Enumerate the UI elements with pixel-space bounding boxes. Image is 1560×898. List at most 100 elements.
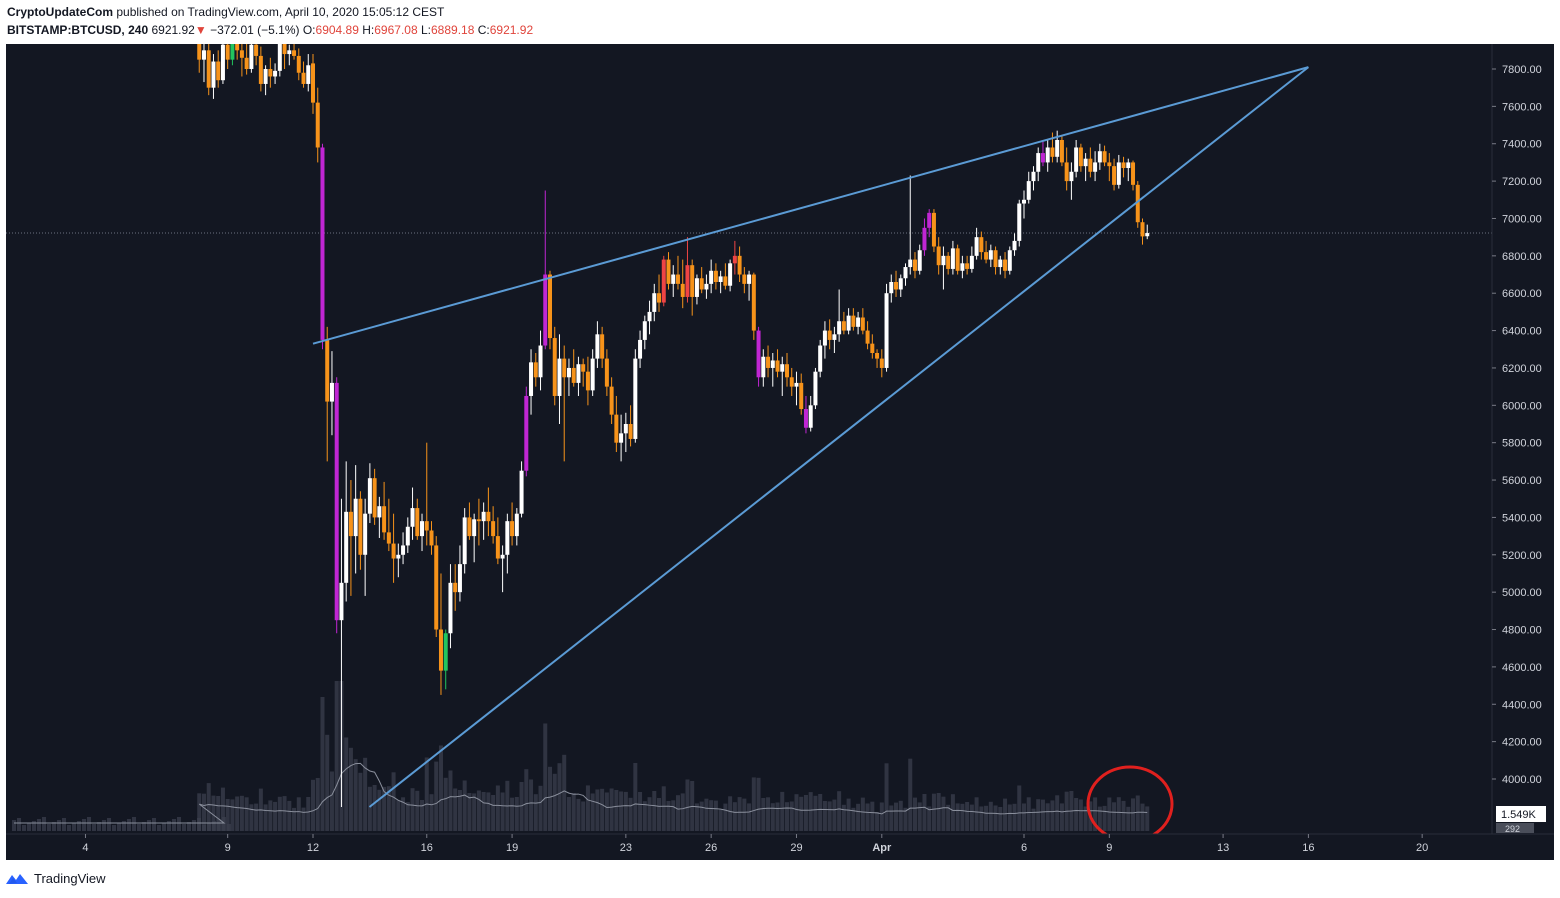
candle-body xyxy=(495,536,500,559)
candle-body xyxy=(429,530,434,546)
candle-body xyxy=(557,358,562,396)
candle-body xyxy=(931,212,936,247)
volume-bar xyxy=(694,803,699,831)
candle-body xyxy=(552,338,557,396)
volume-bar xyxy=(415,790,420,831)
candle-body xyxy=(946,255,951,269)
volume-bar xyxy=(132,817,136,831)
time-tick-label: 26 xyxy=(705,842,717,854)
candle-body xyxy=(936,246,941,266)
candle-body xyxy=(1045,147,1050,163)
candle-body xyxy=(737,255,742,275)
volume-bar xyxy=(969,804,974,831)
candle-body xyxy=(903,267,908,279)
volume-bar xyxy=(941,796,946,831)
volume-bar xyxy=(652,791,657,831)
price-tick-label: 7000.00 xyxy=(1502,213,1542,225)
candle-body xyxy=(950,248,955,269)
candle-body xyxy=(486,511,491,522)
volume-bar xyxy=(922,794,927,831)
candle-body xyxy=(761,356,766,378)
volume-bar xyxy=(1026,797,1031,831)
volume-bar xyxy=(718,809,723,831)
volume-bar xyxy=(329,771,334,831)
time-tick-label: 29 xyxy=(790,842,802,854)
candle-body xyxy=(642,321,647,340)
volume-bar xyxy=(799,796,804,831)
volume-bar xyxy=(82,819,86,831)
price-tick-label: 6000.00 xyxy=(1502,400,1542,412)
high-value: 6967.08 xyxy=(374,23,418,37)
candle-body xyxy=(865,330,870,344)
candle-body xyxy=(770,360,775,368)
candle-body xyxy=(329,382,334,402)
time-tick-label: 16 xyxy=(421,842,433,854)
chart-background xyxy=(6,44,1554,860)
volume-bar xyxy=(614,790,619,831)
candle-body xyxy=(1126,162,1131,169)
candle-body xyxy=(709,270,714,284)
author-name[interactable]: CryptoUpdateCom xyxy=(7,5,113,19)
volume-bar xyxy=(865,803,870,831)
candle-body xyxy=(306,65,311,84)
candle-body xyxy=(543,274,548,346)
volume-bar xyxy=(827,801,832,831)
volume-bar xyxy=(230,799,235,831)
candle-body xyxy=(434,545,439,630)
volume-bar xyxy=(514,797,519,831)
candle-body xyxy=(562,358,567,378)
candle-body xyxy=(372,478,377,518)
symbol-label[interactable]: BITSTAMP:BTCUSD, 240 xyxy=(7,23,148,37)
candle-body xyxy=(600,334,605,359)
candle-body xyxy=(225,44,230,60)
candle-body xyxy=(1059,140,1064,163)
volume-bar xyxy=(562,754,567,831)
volume-bar xyxy=(960,803,965,831)
volume-bar xyxy=(396,800,401,831)
candle-body xyxy=(405,526,410,546)
volume-bar xyxy=(472,793,477,831)
candle-body xyxy=(675,274,680,284)
time-tick-label: 9 xyxy=(225,842,231,854)
candle-body xyxy=(633,358,638,439)
volume-bar xyxy=(879,802,884,831)
volume-bar xyxy=(453,788,458,831)
time-tick-label: 9 xyxy=(1106,842,1112,854)
candle-body xyxy=(908,259,913,268)
volume-bar xyxy=(988,801,993,831)
volume-bar xyxy=(177,817,181,831)
candle-body xyxy=(974,237,979,256)
tradingview-brand[interactable]: TradingView xyxy=(6,871,106,886)
candle-body xyxy=(1003,259,1008,271)
volume-bar xyxy=(282,796,287,831)
volume-bar xyxy=(737,797,742,831)
candle-body xyxy=(661,259,666,303)
candle-body xyxy=(315,102,320,148)
candle-body xyxy=(320,147,325,340)
candle-body xyxy=(694,278,699,297)
volume-bar xyxy=(581,801,586,831)
volume-badge-label: 1.549K xyxy=(1501,809,1537,821)
candle-body xyxy=(211,61,216,88)
volume-bar xyxy=(192,820,196,831)
candle-body xyxy=(1107,162,1112,167)
volume-bar xyxy=(1145,806,1150,831)
candle-body xyxy=(827,330,832,340)
volume-bar xyxy=(671,800,676,831)
candle-body xyxy=(818,345,823,372)
candle-body xyxy=(713,270,718,282)
candle-body xyxy=(590,358,595,391)
candle-body xyxy=(988,250,993,260)
volume-bar xyxy=(17,818,21,831)
candle-body xyxy=(969,255,974,269)
volume-bar xyxy=(1078,799,1083,831)
candle-body xyxy=(595,334,600,359)
chart-area[interactable]: 7800.00 7600.00 7400.00 7200.00 7000.00 6800.… xyxy=(6,44,1554,860)
candlestick-chart[interactable]: 7800.00 7600.00 7400.00 7200.00 7000.00 6800.… xyxy=(6,44,1554,860)
volume-bar xyxy=(486,792,491,831)
volume-bar xyxy=(320,697,325,831)
candle-body xyxy=(751,274,756,331)
volume-bar xyxy=(235,796,240,831)
candle-body xyxy=(927,212,932,228)
candle-body xyxy=(799,382,804,410)
